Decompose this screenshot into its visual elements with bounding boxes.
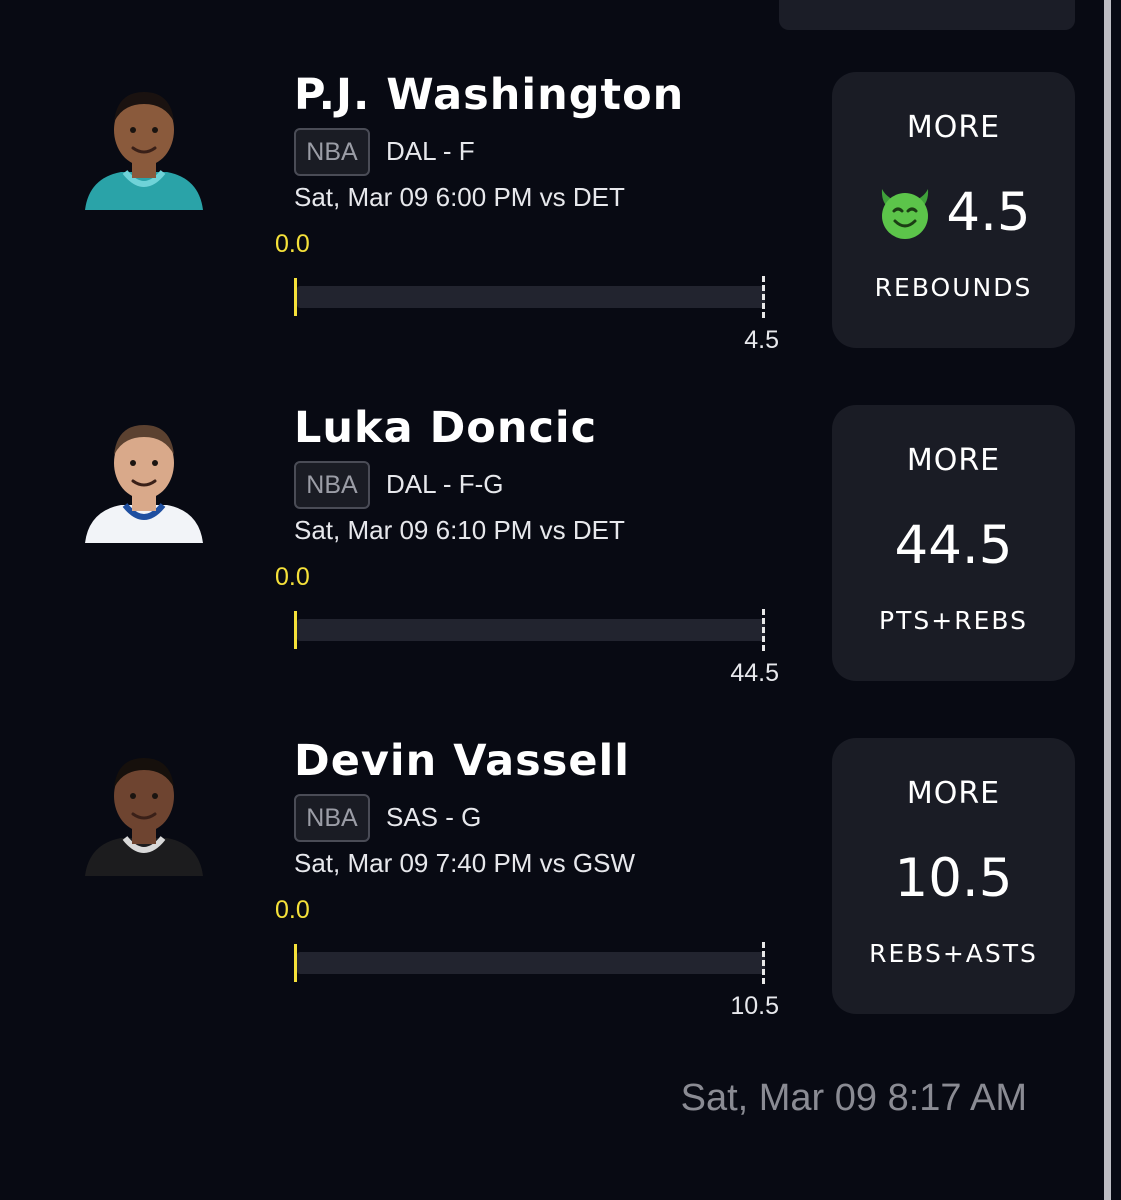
game-time: Sat, Mar 09 6:10 PM vs DET: [294, 515, 625, 545]
progress-start-marker: [294, 611, 297, 649]
current-stat-value: 0.0: [275, 896, 310, 924]
pick-card: P.J. Washington NBA DAL - F Sat, Mar 09 …: [0, 70, 1100, 362]
league-badge: NBA: [294, 128, 370, 176]
player-headshot: [75, 80, 213, 210]
target-value-label: 44.5: [730, 659, 779, 687]
devil-emoji-icon: [882, 189, 929, 239]
pick-line-value: 44.5: [894, 514, 1013, 576]
progress-start-marker: [294, 944, 297, 982]
pick-card: Devin Vassell NBA SAS - G Sat, Mar 09 7:…: [0, 736, 1100, 1028]
footer-timestamp: Sat, Mar 09 8:17 AM: [680, 1077, 1027, 1119]
progress-target-marker: [762, 276, 765, 318]
top-action-button[interactable]: [779, 0, 1075, 30]
progress-bar: [297, 619, 765, 641]
progress-start-marker: [294, 278, 297, 316]
league-badge: NBA: [294, 794, 370, 842]
pick-stat-type: PTS+REBS: [879, 606, 1028, 635]
pick-card: Luka Doncic NBA DAL - F-G Sat, Mar 09 6:…: [0, 403, 1100, 695]
pick-line-value: 10.5: [894, 847, 1013, 909]
pick-selection-more[interactable]: MORE 4.5 REBOUNDS: [832, 72, 1075, 348]
pick-line: 4.5: [832, 177, 1075, 247]
player-headshot: [75, 413, 213, 543]
progress-target-marker: [762, 942, 765, 984]
progress-bar: [297, 286, 765, 308]
player-name: Luka Doncic: [294, 403, 598, 453]
pick-stat-type: REBOUNDS: [874, 273, 1033, 302]
pick-direction: MORE: [906, 776, 1001, 811]
game-time: Sat, Mar 09 7:40 PM vs GSW: [294, 848, 635, 878]
player-headshot: [75, 746, 213, 876]
scrollbar[interactable]: [1104, 0, 1111, 1200]
pick-line: 10.5: [832, 843, 1075, 913]
pick-line-value: 4.5: [946, 181, 1031, 243]
team-position: SAS - G: [386, 802, 482, 832]
team-position: DAL - F: [386, 136, 475, 166]
pick-stat-type: REBS+ASTS: [869, 939, 1038, 968]
player-name: Devin Vassell: [294, 736, 630, 786]
team-position: DAL - F-G: [386, 469, 504, 499]
pick-line: 44.5: [832, 510, 1075, 580]
pick-direction: MORE: [906, 110, 1001, 145]
target-value-label: 4.5: [744, 326, 779, 354]
player-name: P.J. Washington: [294, 70, 685, 120]
pick-selection-more[interactable]: MORE 10.5 REBS+ASTS: [832, 738, 1075, 1014]
current-stat-value: 0.0: [275, 563, 310, 591]
progress-target-marker: [762, 609, 765, 651]
game-time: Sat, Mar 09 6:00 PM vs DET: [294, 182, 625, 212]
pick-direction: MORE: [906, 443, 1001, 478]
league-badge: NBA: [294, 461, 370, 509]
current-stat-value: 0.0: [275, 230, 310, 258]
pick-selection-more[interactable]: MORE 44.5 PTS+REBS: [832, 405, 1075, 681]
target-value-label: 10.5: [730, 992, 779, 1020]
progress-bar: [297, 952, 765, 974]
